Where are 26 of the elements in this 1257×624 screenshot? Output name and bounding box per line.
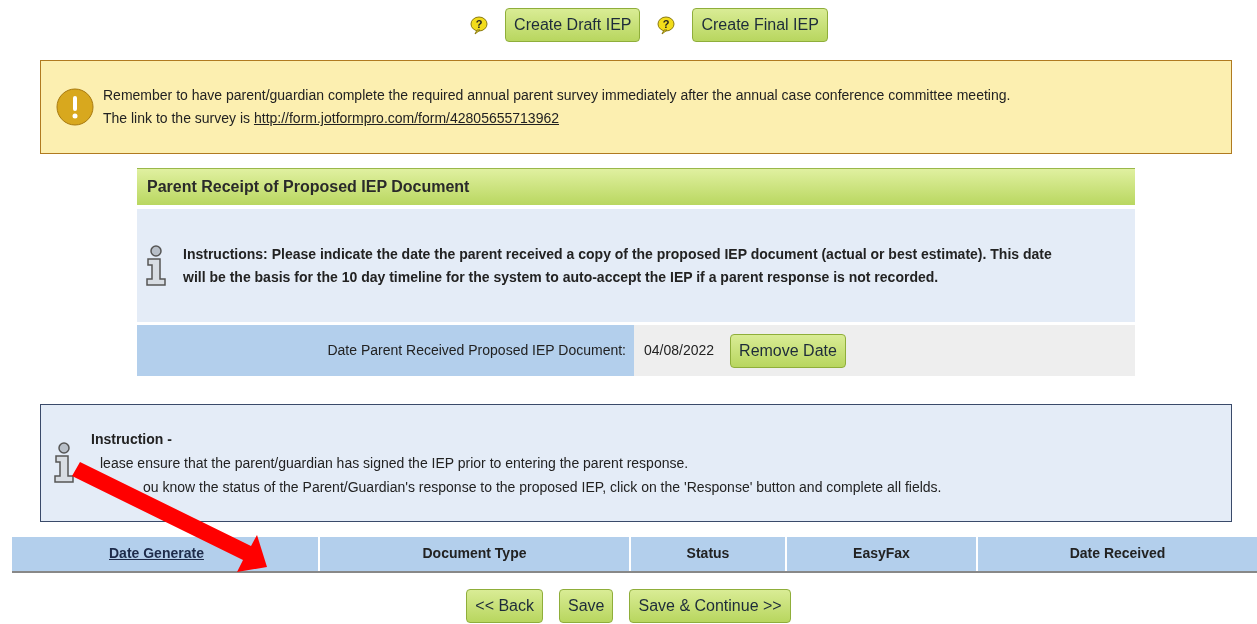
column-header: EasyFax xyxy=(787,537,976,571)
instruction-text: ou know the status of the Parent/Guardian's response to the proposed IEP, click on the 'Response' button and complete all fields. xyxy=(143,479,942,495)
instruction-text: lease ensure that the parent/guardian has signed the IEP prior to entering the parent response. xyxy=(100,455,689,471)
nav-button[interactable]: Save xyxy=(559,589,614,623)
date-value: 04/08/2022 xyxy=(644,341,715,360)
nav-button[interactable]: << Back xyxy=(466,589,543,623)
column-header: Document Type xyxy=(320,537,629,571)
help-icon[interactable]: ? xyxy=(656,15,677,35)
help-icon[interactable]: ? xyxy=(469,15,490,35)
remove-date-button[interactable]: Remove Date xyxy=(730,333,846,368)
column-header: Status xyxy=(631,537,785,571)
alert-message: Remember to have parent/guardian complete the required annual parent survey immediately after the annual case conference committee meeting. xyxy=(103,86,1011,105)
instruction-title: Instruction - xyxy=(91,430,173,449)
create-iep-button[interactable]: Create Draft IEP xyxy=(505,8,641,42)
column-header: Date Received xyxy=(978,537,1257,571)
nav-button[interactable]: Save & Continue >> xyxy=(629,589,791,623)
date-field-label: Date Parent Received Proposed IEP Document: xyxy=(137,325,634,376)
instructions-text: Instructions: Please indicate the date the parent received a copy of the proposed IEP document (actual or best estimate). This date will be the basis for the 10 day timeline for the system to auto-accept the IEP if a parent response is not recorded. xyxy=(183,244,1053,287)
section-title: Parent Receipt of Proposed IEP Document xyxy=(137,168,1135,205)
warning-icon xyxy=(55,87,95,127)
info-icon xyxy=(145,244,167,287)
info-icon xyxy=(53,442,75,484)
create-iep-button[interactable]: Create Final IEP xyxy=(692,8,828,42)
survey-link-text: The link to the survey is http://form.jotformpro.com/form/42805655713962 xyxy=(103,109,560,128)
survey-link[interactable]: http://form.jotformpro.com/form/42805655713962 xyxy=(253,110,559,126)
column-header[interactable]: Date Generate xyxy=(109,545,204,561)
